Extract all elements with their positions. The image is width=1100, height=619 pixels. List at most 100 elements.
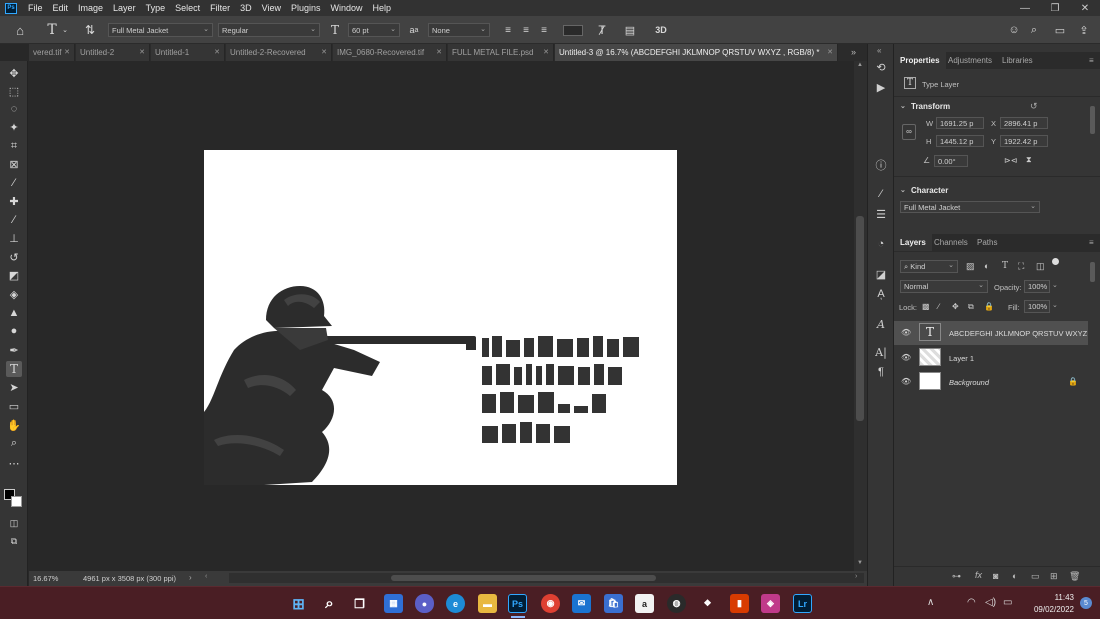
font-style-select[interactable]: Regular ⌄: [218, 23, 320, 37]
rectangle-tool-icon[interactable]: ▭: [6, 398, 22, 414]
canvas-workspace[interactable]: [29, 61, 854, 571]
panel-menu-icon[interactable]: ≡: [1089, 56, 1094, 65]
fill-field[interactable]: 100%: [1024, 300, 1050, 313]
show-hidden-icons-icon[interactable]: ∧: [927, 597, 934, 608]
workspace-icon[interactable]: ▭: [1052, 22, 1068, 38]
chevron-down-icon[interactable]: ⌄: [1052, 281, 1058, 289]
menu-window[interactable]: Window: [326, 3, 368, 13]
clone-stamp-tool-icon[interactable]: ⊥: [6, 230, 22, 246]
pen-tool-icon[interactable]: ✒: [6, 342, 22, 358]
add-mask-icon[interactable]: ◙: [993, 571, 998, 581]
crop-tool-icon[interactable]: ⌗: [6, 138, 22, 154]
status-menu-chevron-icon[interactable]: ›: [189, 573, 192, 582]
menu-edit[interactable]: Edit: [48, 3, 74, 13]
edge-icon[interactable]: e: [446, 594, 465, 613]
scroll-down-icon[interactable]: ▼: [857, 560, 863, 566]
chrome-icon[interactable]: ◉: [541, 594, 560, 613]
transform-section-header[interactable]: ⌄ Transform: [894, 99, 1100, 114]
menu-file[interactable]: File: [23, 3, 48, 13]
more-tabs-icon[interactable]: »: [851, 47, 856, 57]
menu-layer[interactable]: Layer: [108, 3, 141, 13]
visibility-eye-icon[interactable]: 👁: [901, 353, 911, 362]
quick-mask-icon[interactable]: ◫: [6, 515, 22, 531]
tab-channels[interactable]: Channels: [928, 234, 974, 251]
align-right-icon[interactable]: ≡: [538, 22, 550, 38]
menu-3d[interactable]: 3D: [235, 3, 257, 13]
close-icon[interactable]: ✕: [436, 48, 442, 56]
filter-shape-icon[interactable]: ⛶: [1018, 261, 1024, 272]
lock-position-icon[interactable]: ✥: [952, 302, 959, 311]
visibility-eye-icon[interactable]: 👁: [901, 328, 911, 337]
close-icon[interactable]: ✕: [139, 48, 145, 56]
path-selection-tool-icon[interactable]: ➤: [6, 379, 22, 395]
menu-help[interactable]: Help: [368, 3, 397, 13]
teams-chat-icon[interactable]: ●: [415, 594, 434, 613]
anti-alias-select[interactable]: None ⌄: [428, 23, 490, 37]
flip-vertical-icon[interactable]: ⧗: [1026, 155, 1032, 165]
layer-row[interactable]: 👁 Layer 1: [894, 346, 1088, 370]
lock-pixels-icon[interactable]: ∕: [938, 302, 939, 311]
styles-panel-icon[interactable]: ◪: [873, 266, 889, 282]
widgets-icon[interactable]: ▦: [384, 594, 403, 613]
task-view-icon[interactable]: ❐: [350, 594, 369, 613]
y-field[interactable]: 1922.42 p: [1000, 135, 1048, 147]
close-icon[interactable]: ✕: [543, 48, 549, 56]
dropbox-icon[interactable]: ❖: [698, 594, 717, 613]
brush-settings-icon[interactable]: ⁄: [873, 186, 889, 202]
history-panel-icon[interactable]: ⟲: [873, 59, 889, 75]
battery-icon[interactable]: ▭: [1003, 597, 1012, 608]
tab-document[interactable]: Untitled-1 ✕: [151, 44, 225, 61]
close-icon[interactable]: ✕: [64, 48, 70, 56]
vertical-scroll-thumb[interactable]: [856, 216, 864, 421]
filter-type-icon[interactable]: T: [1002, 261, 1008, 271]
actions-play-icon[interactable]: ▶: [873, 79, 889, 95]
tab-libraries[interactable]: Libraries: [996, 52, 1039, 69]
zoom-tool-icon[interactable]: ⌕: [6, 435, 22, 451]
layer-name[interactable]: Background: [949, 378, 989, 387]
amazon-icon[interactable]: a: [635, 594, 654, 613]
visibility-eye-icon[interactable]: 👁: [901, 377, 911, 386]
share-document-icon[interactable]: ⇪: [1076, 22, 1092, 38]
paint-bucket-tool-icon[interactable]: ◈: [6, 286, 22, 302]
layer-name[interactable]: Layer 1: [949, 354, 974, 363]
3d-button[interactable]: 3D: [652, 22, 670, 38]
mail-icon[interactable]: ✉: [572, 594, 591, 613]
close-icon[interactable]: ✕: [1070, 0, 1100, 16]
horizontal-scrollbar[interactable]: [229, 573, 864, 583]
minimize-icon[interactable]: —: [1010, 0, 1040, 16]
filter-smart-object-icon[interactable]: ◫: [1036, 261, 1045, 272]
zoom-level[interactable]: 16.67%: [33, 574, 58, 583]
scroll-up-icon[interactable]: ▲: [857, 62, 863, 68]
marquee-tool-icon[interactable]: ⬚: [6, 83, 22, 99]
chevron-down-icon[interactable]: ⌄: [60, 22, 70, 38]
windows-start-icon[interactable]: ⊞: [289, 594, 308, 613]
tab-document[interactable]: Untitled-2-Recovered ✕: [226, 44, 332, 61]
font-size-select[interactable]: 60 pt ⌄: [348, 23, 400, 37]
tab-document[interactable]: Untitled-2 ✕: [76, 44, 150, 61]
vertical-scrollbar[interactable]: ▲ ▼: [854, 61, 867, 571]
warp-text-icon[interactable]: Ⱦ: [594, 22, 610, 38]
hand-tool-icon[interactable]: ✋: [6, 417, 22, 433]
adjustment-layer-icon[interactable]: ◐: [1012, 571, 1017, 581]
layers-scroll-thumb[interactable]: [1090, 262, 1095, 282]
share-icon[interactable]: ☺: [1006, 22, 1022, 38]
frame-tool-icon[interactable]: ⊠: [6, 156, 22, 172]
system-clock[interactable]: 11:43 09/02/2022: [1034, 592, 1074, 616]
adjustments-sliders-icon[interactable]: ☰: [873, 206, 889, 222]
tab-document[interactable]: IMG_0680-Recovered.tif ✕: [333, 44, 447, 61]
blur-tool-icon[interactable]: ▲: [6, 305, 22, 321]
menu-filter[interactable]: Filter: [205, 3, 235, 13]
close-icon[interactable]: ✕: [827, 48, 833, 56]
opacity-field[interactable]: 100%: [1024, 280, 1050, 293]
angle-field[interactable]: 0.00°: [934, 155, 968, 167]
close-icon[interactable]: ✕: [321, 48, 327, 56]
edit-toolbar-icon[interactable]: ⋯: [6, 455, 22, 471]
wifi-icon[interactable]: ◠: [967, 597, 976, 608]
lasso-tool-icon[interactable]: ◌: [6, 101, 22, 117]
width-field[interactable]: 1691.25 p: [936, 117, 984, 129]
search-icon[interactable]: ⌕: [1026, 22, 1042, 38]
glyphs-panel-icon[interactable]: ᾼ: [873, 286, 889, 302]
tab-document-active[interactable]: Untitled-3 @ 16.7% (ABCDEFGHI JKLMNOP QR…: [555, 44, 838, 61]
tab-adjustments[interactable]: Adjustments: [942, 52, 998, 69]
lock-transparent-icon[interactable]: ▩: [922, 302, 930, 311]
